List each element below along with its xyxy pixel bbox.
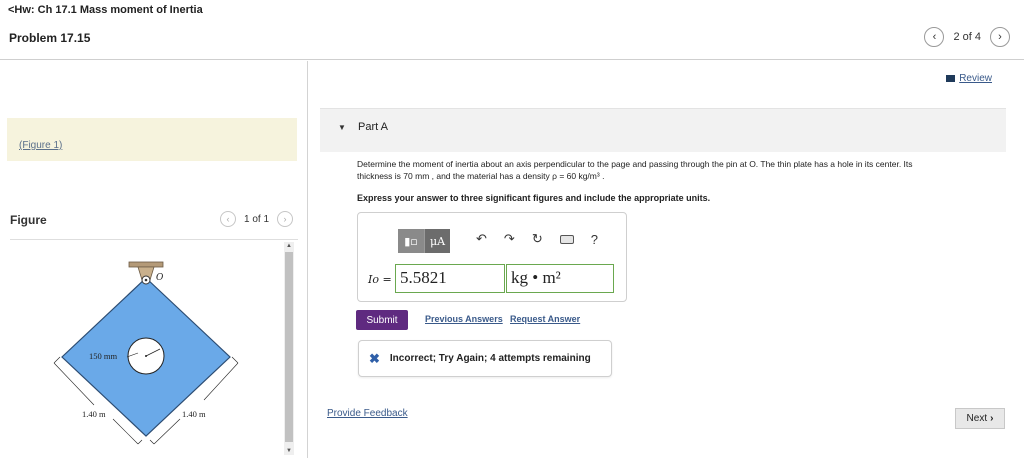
feedback-message: Incorrect; Try Again; 4 attempts remaini… (389, 353, 591, 364)
reset-icon[interactable]: ↻ (532, 231, 543, 247)
figure-scrollbar[interactable]: ▲ ▼ (284, 242, 294, 455)
answer-units-input[interactable]: kg • m² (506, 264, 614, 293)
units-label: μA (429, 234, 446, 248)
answer-symbol: Io = (368, 273, 392, 286)
submit-button[interactable]: Submit (356, 310, 408, 330)
figure-image: O 150 mm 1.40 m 1.40 m (10, 239, 298, 455)
previous-answers-link[interactable]: Previous Answers (425, 314, 503, 324)
keyboard-icon[interactable] (559, 234, 574, 244)
header: <Hw: Ch 17.1 Mass moment of Inertia Prob… (0, 0, 1024, 60)
next-button[interactable]: Next › (955, 408, 1005, 429)
figure-pager: ‹ 1 of 1 › (220, 211, 294, 227)
next-figure-button[interactable]: › (277, 211, 294, 227)
review-link[interactable]: Review (946, 73, 992, 84)
problem-pager-text: 2 of 4 (953, 31, 981, 43)
answer-value-input[interactable]: 5.5821 (395, 264, 505, 293)
scroll-up-icon[interactable]: ▲ (284, 242, 294, 250)
chevron-left-icon: ‹ (226, 214, 230, 224)
math-toolbar: ▮▫ μA (398, 229, 450, 253)
edit-tools: ↶ ↷ ↻ ? (476, 231, 598, 247)
problem-pager: ‹ 2 of 4 › (924, 27, 1010, 47)
chevron-right-icon: › (998, 31, 1002, 43)
previous-figure-button[interactable]: ‹ (220, 211, 236, 227)
plate-figure: O 150 mm 1.40 m 1.40 m (53, 261, 239, 445)
undo-icon[interactable]: ↶ (476, 231, 487, 247)
request-answer-link[interactable]: Request Answer (510, 314, 580, 324)
part-label: Part A (358, 121, 388, 133)
templates-icon: ▮▫ (404, 234, 418, 248)
scroll-down-icon[interactable]: ▼ (284, 447, 294, 455)
figure-pager-text: 1 of 1 (244, 213, 270, 225)
figure-heading: Figure (10, 213, 47, 227)
previous-problem-button[interactable]: ‹ (924, 27, 945, 47)
question-line-1: Determine the moment of inertia about an… (357, 159, 913, 169)
question-text: Determine the moment of inertia about an… (357, 158, 1002, 182)
left-side-dimension-label: 1.40 m (82, 409, 106, 419)
scrollbar-thumb[interactable] (285, 252, 293, 442)
next-label: Next (966, 413, 988, 424)
collapse-triangle-icon: ▼ (338, 123, 346, 132)
units-button[interactable]: μA (424, 229, 450, 253)
feedback-banner: ✖ Incorrect; Try Again; 4 attempts remai… (358, 340, 612, 377)
chevron-right-icon: › (990, 413, 994, 424)
problem-title: Problem 17.15 (9, 31, 91, 45)
provide-feedback-link[interactable]: Provide Feedback (327, 408, 408, 419)
review-label: Review (959, 73, 992, 84)
answer-instructions: Express your answer to three significant… (357, 193, 711, 203)
part-a-header[interactable]: ▼ Part A (320, 108, 1006, 152)
chevron-right-icon: › (283, 214, 287, 224)
question-line-2: thickness is 70 mm , and the material ha… (357, 171, 605, 181)
review-icon (946, 75, 956, 82)
templates-button[interactable]: ▮▫ (398, 229, 424, 253)
right-side-dimension-label: 1.40 m (182, 409, 206, 419)
next-problem-button[interactable]: › (990, 27, 1010, 47)
figure-panel: (Figure 1) Figure ‹ 1 of 1 › O 150 mm 1.… (0, 61, 308, 458)
figure-link-band: (Figure 1) (7, 118, 297, 161)
pin-label: O (156, 273, 164, 283)
chevron-left-icon: ‹ (932, 31, 937, 43)
figure-link[interactable]: (Figure 1) (19, 140, 62, 151)
back-to-assignment-link[interactable]: <Hw: Ch 17.1 Mass moment of Inertia (8, 4, 203, 16)
hole-diameter-label: 150 mm (89, 351, 117, 361)
help-icon[interactable]: ? (591, 232, 598, 247)
answer-box: ▮▫ μA ↶ ↷ ↻ ? Io = 5.5821 kg • m² (357, 212, 627, 302)
incorrect-x-icon: ✖ (369, 350, 380, 366)
redo-icon[interactable]: ↷ (504, 231, 515, 247)
pin-support-base (128, 261, 164, 268)
